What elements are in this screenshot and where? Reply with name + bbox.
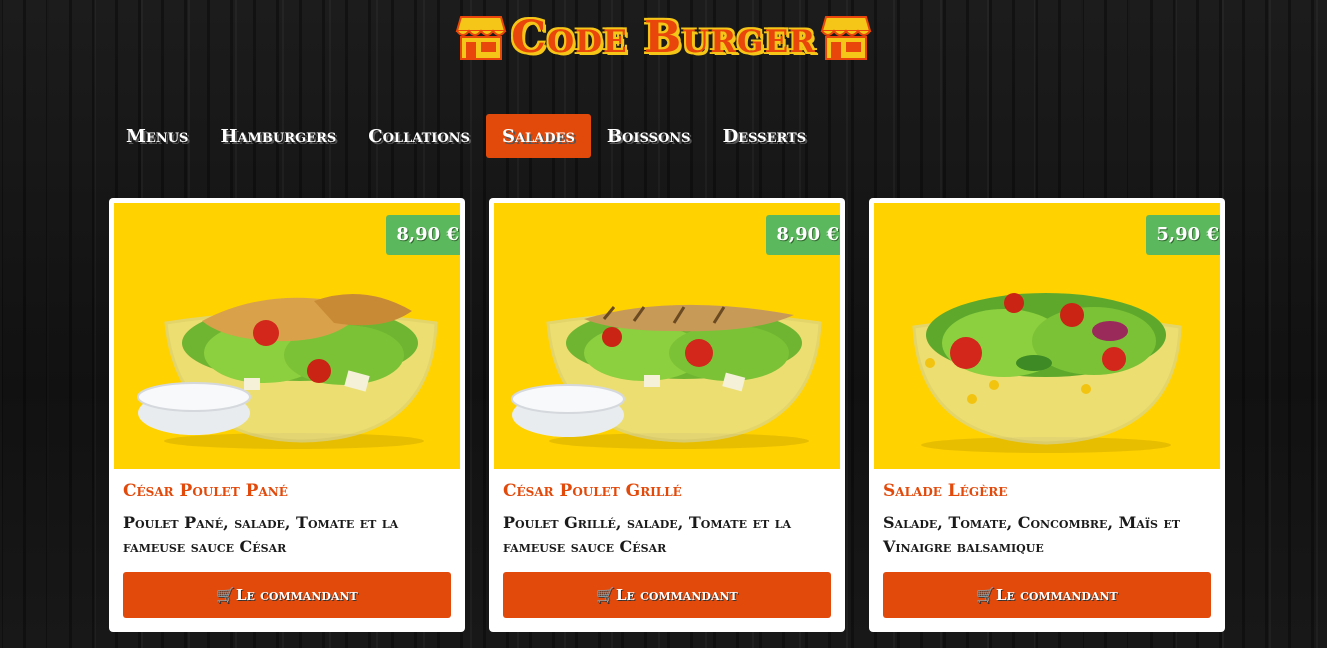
shop-icon — [455, 16, 507, 60]
tab-collations[interactable]: Collations — [352, 114, 486, 158]
tab-menus[interactable]: Menus — [110, 114, 204, 158]
product-title: César Poulet Grillé — [503, 481, 682, 501]
product-card: 8,90 € César Poulet Pané Poulet Pané, sa… — [109, 198, 465, 632]
product-image: 5,90 € — [874, 203, 1220, 469]
brand-title[interactable]: Code Burger — [511, 16, 816, 60]
cart-icon: 🛒 — [596, 586, 615, 604]
product-description: Poulet Pané, salade, Tomate et la fameus… — [123, 513, 399, 556]
site-header: Code Burger — [0, 8, 1327, 68]
product-image: 8,90 € — [114, 203, 460, 469]
order-button-label: Le commandant — [615, 586, 738, 604]
category-nav: Menus Hamburgers Collations Salades Bois… — [110, 114, 822, 158]
product-title: Salade Légère — [883, 481, 1008, 501]
order-button[interactable]: 🛒 Le commandant — [883, 572, 1211, 618]
cart-icon: 🛒 — [216, 586, 235, 604]
product-description: Salade, Tomate, Concombre, Maïs et Vinai… — [883, 513, 1181, 556]
order-button-label: Le commandant — [235, 586, 358, 604]
price-badge: 5,90 € — [1146, 209, 1220, 255]
product-title: César Poulet Pané — [123, 481, 288, 501]
product-card: 5,90 € Salade Légère Salade, Tomate, Con… — [869, 198, 1225, 632]
price-badge: 8,90 € — [386, 209, 460, 255]
tab-hamburgers[interactable]: Hamburgers — [204, 114, 352, 158]
order-button-label: Le commandant — [995, 586, 1118, 604]
tab-desserts[interactable]: Desserts — [707, 114, 823, 158]
price-badge: 8,90 € — [766, 209, 840, 255]
order-button[interactable]: 🛒 Le commandant — [123, 572, 451, 618]
tab-boissons[interactable]: Boissons — [591, 114, 707, 158]
shop-icon — [820, 16, 872, 60]
product-card: 8,90 € César Poulet Grillé Poulet Grillé… — [489, 198, 845, 632]
product-image: 8,90 € — [494, 203, 840, 469]
tab-salades[interactable]: Salades — [485, 114, 591, 158]
cart-icon: 🛒 — [976, 586, 995, 604]
product-list: 8,90 € César Poulet Pané Poulet Pané, sa… — [109, 198, 1225, 632]
product-description: Poulet Grillé, salade, Tomate et la fame… — [503, 513, 791, 556]
order-button[interactable]: 🛒 Le commandant — [503, 572, 831, 618]
